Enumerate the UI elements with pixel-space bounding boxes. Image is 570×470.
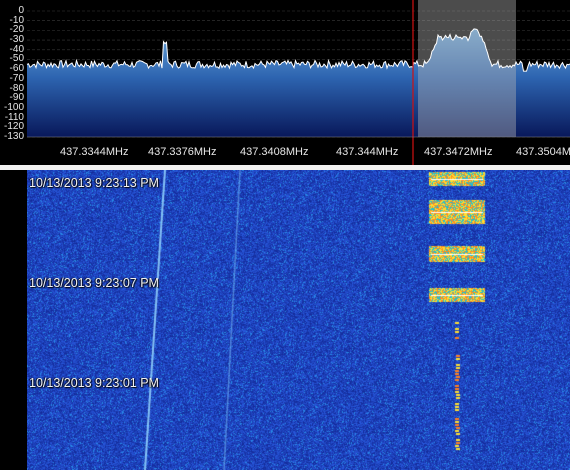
- frequency-tick-label: 437.3408MHz: [240, 146, 309, 158]
- timestamp-label: 10/13/2013 9:23:07 PM: [29, 276, 159, 290]
- frequency-tick-label: 437.3472MHz: [424, 146, 493, 158]
- frequency-tick-label: 437.3504MHz: [516, 146, 570, 158]
- waterfall-panel[interactable]: 10/13/2013 9:23:13 PM 10/13/2013 9:23:07…: [0, 170, 570, 470]
- waterfall-canvas[interactable]: [27, 170, 570, 470]
- timestamp-label: 10/13/2013 9:23:01 PM: [29, 376, 159, 390]
- passband-highlight[interactable]: [418, 0, 516, 137]
- spectrum-panel[interactable]: 0 -10 -20 -30 -40 -50 -60 -70 -80 -90 -100 -110 -120…: [0, 0, 570, 165]
- timestamp-label: 10/13/2013 9:23:13 PM: [29, 176, 159, 190]
- frequency-tick-label: 437.344MHz: [336, 146, 399, 158]
- db-tick-label: -130: [3, 131, 24, 142]
- frequency-tick-label: 437.3376MHz: [148, 146, 217, 158]
- frequency-tick-label: 437.3344MHz: [60, 146, 129, 158]
- spectrum-plot[interactable]: [0, 0, 570, 165]
